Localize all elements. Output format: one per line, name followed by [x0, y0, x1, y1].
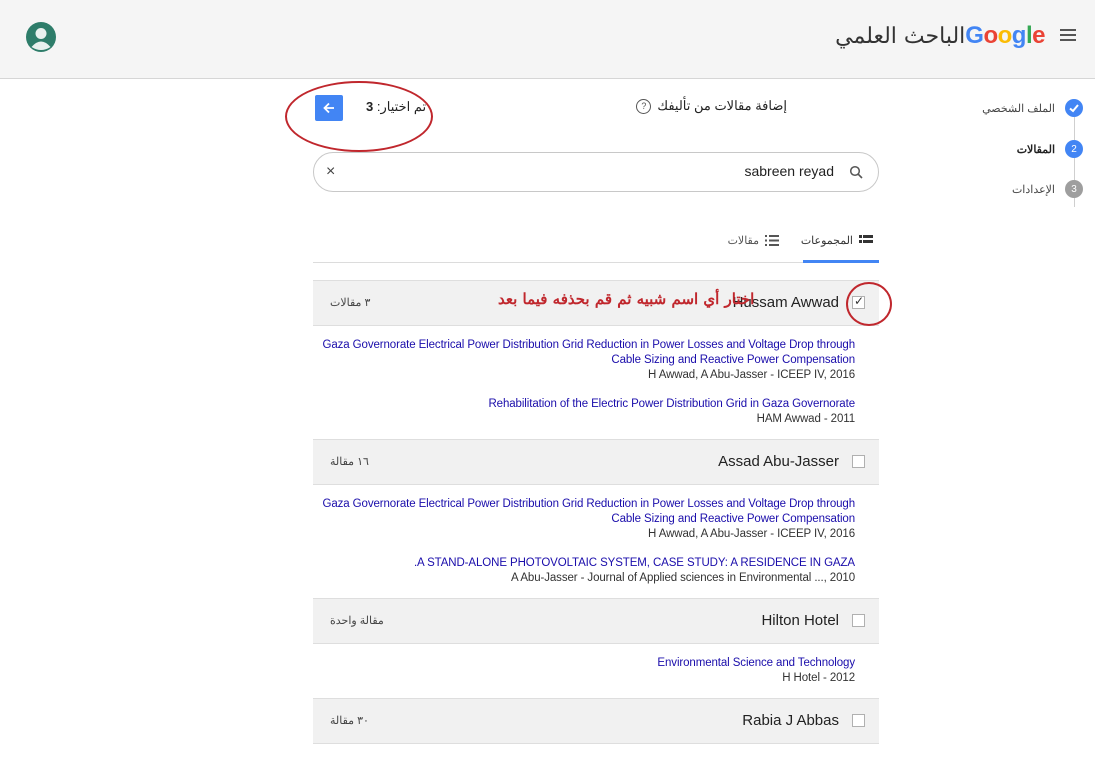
- account-avatar-icon[interactable]: [26, 22, 56, 52]
- view-tabs: المجموعات مقالات: [313, 226, 879, 263]
- group-list-icon: [859, 235, 873, 243]
- scholar-logo[interactable]: Google الباحث العلمي: [831, 20, 1045, 52]
- article-count: مقالة واحدة: [330, 615, 384, 627]
- author-name: Assad Abu-Jasser: [718, 453, 839, 470]
- group-articles: Gaza Governorate Electrical Power Distri…: [313, 485, 879, 598]
- annotation-note: اختار أي اسم شبيه ثم قم بحذفه فيما بعد: [498, 290, 755, 308]
- group-articles: Gaza Governorate Electrical Power Distri…: [313, 326, 879, 439]
- author-name: Hilton Hotel: [761, 612, 839, 629]
- step-articles: 2 المقالات: [1017, 138, 1083, 160]
- help-icon[interactable]: ?: [636, 98, 652, 114]
- article-count: ٣ مقالات: [330, 297, 371, 309]
- step-number: 3: [1065, 180, 1083, 198]
- article-item: Rehabilitation of the Electric Power Dis…: [313, 397, 855, 427]
- google-wordmark: Google: [965, 22, 1045, 49]
- annotation-circle-checkbox: [846, 282, 892, 326]
- article-count: ١٦ مقالة: [330, 456, 369, 468]
- group-articles: Environmental Science and Technology H H…: [313, 644, 879, 698]
- article-meta: H Awwad, A Abu-Jasser - ICEEP IV, 2016: [648, 369, 855, 381]
- author-name: Rabia J Abbas: [742, 712, 839, 729]
- author-group-row[interactable]: ٣٠ مقالة Rabia J Abbas: [313, 698, 879, 744]
- article-item: .A STAND-ALONE PHOTOVOLTAIC SYSTEM, CASE…: [313, 556, 855, 586]
- top-header: Google الباحث العلمي: [0, 0, 1095, 79]
- article-title-link[interactable]: Gaza Governorate Electrical Power Distri…: [313, 497, 856, 527]
- annotation-oval-selected: [285, 81, 433, 152]
- step-label: المقالات: [1016, 143, 1055, 156]
- author-group-row[interactable]: مقالة واحدة Hilton Hotel: [313, 598, 879, 644]
- article-item: Gaza Governorate Electrical Power Distri…: [313, 338, 856, 383]
- step-profile: الملف الشخصي: [982, 97, 1083, 119]
- dialog-title: إضافة مقالات من تأليفك ?: [636, 98, 787, 114]
- step-number: 2: [1065, 140, 1083, 158]
- tab-groups-label: المجموعات: [800, 235, 853, 247]
- tab-articles-label: مقالات: [727, 235, 759, 247]
- search-bar[interactable]: ×: [313, 152, 879, 192]
- article-meta: H Awwad, A Abu-Jasser - ICEEP IV, 2016: [648, 528, 855, 540]
- clear-search-icon[interactable]: ×: [326, 163, 335, 181]
- article-item: Gaza Governorate Electrical Power Distri…: [313, 497, 856, 542]
- article-title-link[interactable]: .A STAND-ALONE PHOTOVOLTAIC SYSTEM, CASE…: [313, 556, 855, 571]
- article-meta: HAM Awwad - 2011: [756, 413, 855, 425]
- search-icon[interactable]: [849, 165, 863, 179]
- select-checkbox[interactable]: [852, 455, 865, 468]
- hamburger-menu-icon[interactable]: [1059, 26, 1077, 44]
- list-icon: [765, 235, 779, 246]
- article-meta: H Hotel - 2012: [782, 672, 855, 684]
- step-settings: 3 الإعدادات: [1012, 178, 1083, 200]
- scholar-title: الباحث العلمي: [835, 23, 966, 49]
- article-title-link[interactable]: Rehabilitation of the Electric Power Dis…: [313, 397, 855, 412]
- article-title-link[interactable]: Gaza Governorate Electrical Power Distri…: [313, 338, 856, 368]
- step-label: الملف الشخصي: [982, 102, 1055, 115]
- tab-articles[interactable]: مقالات: [728, 234, 779, 247]
- search-input[interactable]: [414, 163, 834, 179]
- tab-groups[interactable]: المجموعات: [801, 234, 873, 247]
- dialog-title-text: إضافة مقالات من تأليفك: [657, 98, 787, 113]
- step-done-check-icon: [1065, 99, 1083, 117]
- article-title-link[interactable]: Environmental Science and Technology: [313, 656, 855, 671]
- article-count: ٣٠ مقالة: [330, 715, 369, 727]
- select-checkbox[interactable]: [852, 614, 865, 627]
- article-item: Environmental Science and Technology H H…: [313, 656, 855, 686]
- active-tab-indicator: [803, 260, 879, 263]
- select-checkbox[interactable]: [852, 714, 865, 727]
- article-meta: A Abu-Jasser - Journal of Applied scienc…: [510, 572, 855, 584]
- author-groups-list: ٣ مقالات Hussam Awwad Gaza Governorate E…: [313, 280, 879, 744]
- author-group-row[interactable]: ١٦ مقالة Assad Abu-Jasser: [313, 439, 879, 485]
- step-label: الإعدادات: [1011, 183, 1055, 196]
